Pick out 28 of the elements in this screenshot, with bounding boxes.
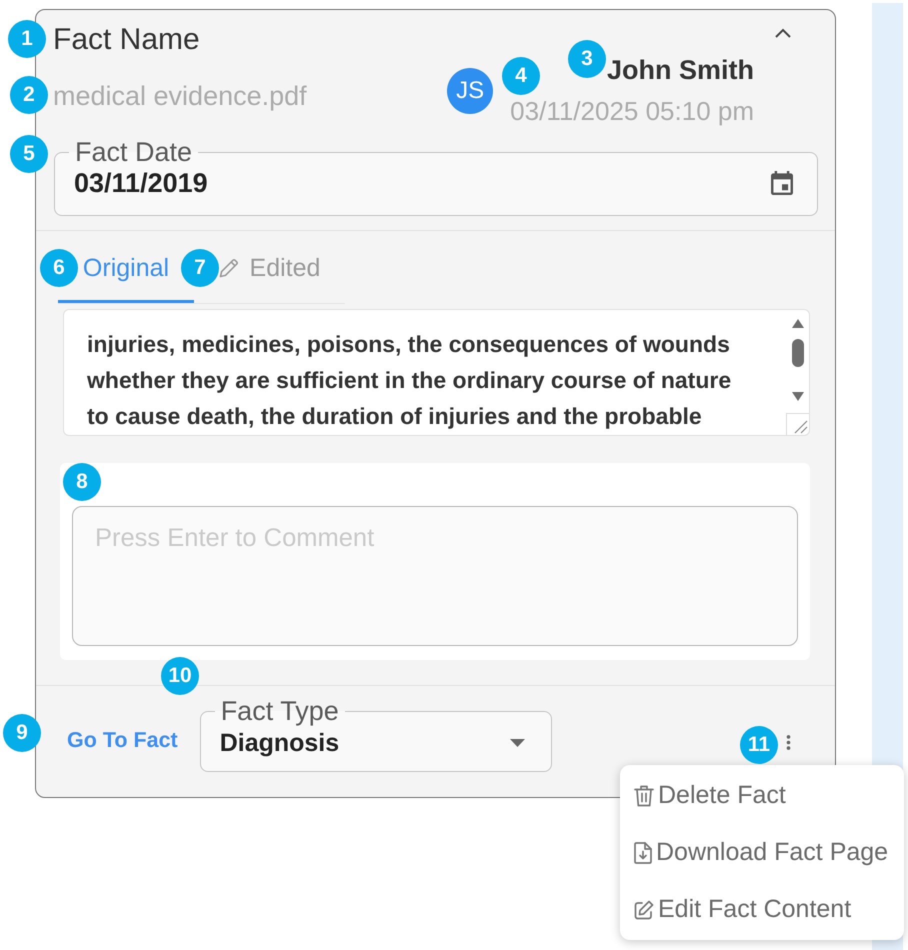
callout-marker: 9 (3, 714, 41, 752)
more-options-icon[interactable] (786, 735, 791, 750)
dropdown-caret-icon (510, 739, 525, 747)
resize-grip-icon[interactable] (786, 413, 809, 435)
edit-icon (634, 900, 654, 920)
scroll-down-arrow-icon[interactable] (792, 392, 804, 401)
menu-item[interactable]: Download Fact Page (620, 824, 904, 881)
menu-item[interactable]: Edit Fact Content (620, 881, 904, 938)
pencil-icon (218, 258, 239, 278)
callout-marker: 5 (10, 135, 48, 173)
file-download-icon (634, 842, 652, 864)
calendar-icon[interactable] (771, 171, 793, 195)
go-to-fact-link[interactable]: Go To Fact (67, 727, 178, 753)
fact-title: Fact Name (53, 23, 200, 57)
avatar: JS (447, 68, 494, 114)
chevron-up-icon[interactable] (775, 28, 791, 38)
menu-item[interactable]: Delete Fact (620, 767, 904, 824)
scroll-up-arrow-icon[interactable] (792, 319, 804, 328)
trash-icon (634, 784, 654, 806)
content-text-field[interactable]: injuries, medicines, poisons, the consequences of wounds whether they are sufficient in the ordinary course of nature to cause death, the duration of injuries and the probable (63, 309, 810, 436)
author-name: John Smith (607, 55, 754, 85)
file-name: medical evidence.pdf (53, 81, 308, 111)
callout-marker: 1 (8, 20, 46, 58)
callout-marker: 2 (10, 76, 48, 114)
scrollbar-thumb[interactable] (792, 339, 804, 367)
content-text: injuries, medicines, poisons, the consequences of wounds whether they are sufficient in the ordinary course of nature to cause death, the duration of injuries and the probable (86, 330, 732, 431)
tab[interactable]: Original (82, 254, 170, 282)
timestamp: 03/11/2025 05:10 pm (510, 96, 754, 126)
